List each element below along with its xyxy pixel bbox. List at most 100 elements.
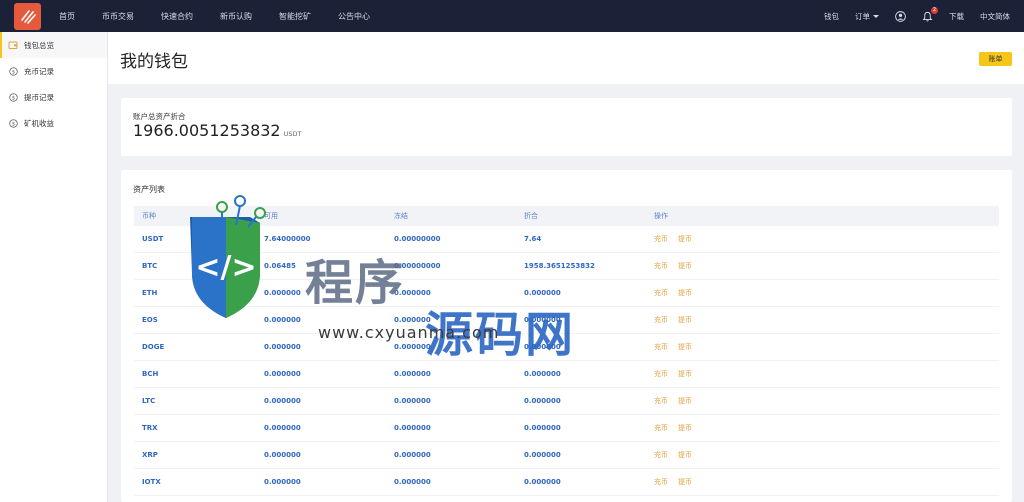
- cell-equivalent: 0.000000: [524, 451, 561, 459]
- cell-actions: 充币 提币: [654, 423, 854, 433]
- notification-button[interactable]: 2: [922, 6, 938, 22]
- notification-badge: 2: [931, 6, 938, 14]
- cell-coin[interactable]: LTC: [134, 397, 264, 405]
- cell-coin[interactable]: USDT: [134, 235, 264, 243]
- cell-available: 7.64000000: [264, 235, 311, 243]
- deposit-link[interactable]: 充币: [654, 370, 668, 378]
- deposit-link[interactable]: 充币: [654, 343, 668, 351]
- cell-equivalent: 1958.3651253832: [524, 262, 595, 270]
- cell-coin[interactable]: BCH: [134, 370, 264, 378]
- column-header-actions: 操作: [654, 212, 668, 220]
- cell-frozen: 0.000000: [394, 316, 431, 324]
- cell-coin[interactable]: TRX: [134, 424, 264, 432]
- assets-list-title: 资产列表: [133, 185, 165, 194]
- nav-new-coin[interactable]: 新币认购: [220, 11, 252, 22]
- assets-list-card: 资产列表 币种 可用 冻结 折合 操作 USDT 7.64000000 0.0000…: [121, 170, 1012, 502]
- deposit-link[interactable]: 充币: [654, 235, 668, 243]
- cell-equivalent: 0.000000: [524, 289, 561, 297]
- sidebar-item-label: 提币记录: [24, 92, 54, 102]
- coin-icon: $: [8, 118, 18, 128]
- cell-frozen: 0.000000: [394, 451, 431, 459]
- cell-frozen: 0.000000: [394, 343, 431, 351]
- cell-coin[interactable]: IOTX: [134, 478, 264, 486]
- deposit-link[interactable]: 充币: [654, 451, 668, 459]
- cell-frozen: 0.000000: [394, 370, 431, 378]
- deposit-link[interactable]: 充币: [654, 478, 668, 486]
- withdraw-link[interactable]: 提币: [678, 343, 692, 351]
- svg-text:$: $: [11, 69, 14, 75]
- nav-smart-mining[interactable]: 智能挖矿: [279, 11, 311, 22]
- user-avatar-button[interactable]: [895, 10, 906, 22]
- table-row: XRP 0.000000 0.000000 0.000000 充币 提币: [134, 442, 999, 469]
- cell-available: 0.000000: [264, 478, 301, 486]
- sidebar-item-label: 充币记录: [24, 66, 54, 76]
- table-row: TRX 0.000000 0.000000 0.000000 充币 提币: [134, 415, 999, 442]
- nav-home[interactable]: 首页: [59, 11, 75, 22]
- sidebar: 钱包总览 $ 充币记录 $ 提币记录 $ 矿机收益: [0, 32, 108, 502]
- cell-available: 0.000000: [264, 289, 301, 297]
- deposit-link[interactable]: 充币: [654, 316, 668, 324]
- nav-wallet[interactable]: 钱包: [824, 11, 839, 22]
- coin-icon: $: [8, 66, 18, 76]
- cell-coin[interactable]: XRP: [134, 451, 264, 459]
- logo-icon: [20, 10, 36, 24]
- cell-frozen: 0.00000000: [394, 262, 441, 270]
- nav-orders[interactable]: 订单: [855, 11, 879, 22]
- deposit-link[interactable]: 充币: [654, 289, 668, 297]
- svg-text:$: $: [11, 121, 14, 127]
- cell-available: 0.000000: [264, 451, 301, 459]
- cell-actions: 充币 提币: [654, 234, 854, 244]
- nav-announcements[interactable]: 公告中心: [338, 11, 370, 22]
- deposit-link[interactable]: 充币: [654, 397, 668, 405]
- top-right-menu: 钱包 订单 2 下载 中文简体: [808, 0, 1010, 32]
- withdraw-link[interactable]: 提币: [678, 451, 692, 459]
- cell-coin[interactable]: DOGE: [134, 343, 264, 351]
- cell-available: 0.000000: [264, 424, 301, 432]
- sidebar-item-wallet-overview[interactable]: 钱包总览: [0, 32, 107, 58]
- withdraw-link[interactable]: 提币: [678, 478, 692, 486]
- table-row: ETH 0.000000 0.000000 0.000000 充币 提币: [134, 280, 999, 307]
- assets-table: 币种 可用 冻结 折合 操作 USDT 7.64000000 0.00000000 7…: [134, 206, 999, 496]
- column-header-frozen: 冻结: [394, 212, 408, 220]
- sidebar-item-miner-earnings[interactable]: $ 矿机收益: [0, 110, 107, 136]
- table-header: 币种 可用 冻结 折合 操作: [134, 206, 999, 226]
- table-body: USDT 7.64000000 0.00000000 7.64 充币 提币 BTC 0.064…: [134, 226, 999, 496]
- cell-equivalent: 0.000000: [524, 478, 561, 486]
- nav-quick-contract[interactable]: 快速合约: [161, 11, 193, 22]
- column-header-equivalent: 折合: [524, 212, 538, 220]
- cell-frozen: 0.000000: [394, 424, 431, 432]
- withdraw-link[interactable]: 提币: [678, 235, 692, 243]
- brand-logo[interactable]: [14, 2, 41, 30]
- deposit-link[interactable]: 充币: [654, 262, 668, 270]
- total-assets-value: 1966.0051253832: [133, 121, 281, 140]
- withdraw-link[interactable]: 提币: [678, 397, 692, 405]
- withdraw-link[interactable]: 提币: [678, 289, 692, 297]
- nav-spot-trade[interactable]: 币币交易: [102, 11, 134, 22]
- cell-coin[interactable]: ETH: [134, 289, 264, 297]
- withdraw-link[interactable]: 提币: [678, 370, 692, 378]
- cell-frozen: 0.000000: [394, 478, 431, 486]
- table-row: LTC 0.000000 0.000000 0.000000 充币 提币: [134, 388, 999, 415]
- cell-coin[interactable]: EOS: [134, 316, 264, 324]
- withdraw-link[interactable]: 提币: [678, 262, 692, 270]
- user-icon: [895, 10, 906, 22]
- cell-coin[interactable]: BTC: [134, 262, 264, 270]
- sidebar-item-withdraw-records[interactable]: $ 提币记录: [0, 84, 107, 110]
- sidebar-item-deposit-records[interactable]: $ 充币记录: [0, 58, 107, 84]
- withdraw-link[interactable]: 提币: [678, 424, 692, 432]
- deposit-link[interactable]: 充币: [654, 424, 668, 432]
- cell-equivalent: 0.000000: [524, 316, 561, 324]
- bill-button[interactable]: 账单: [979, 52, 1012, 66]
- nav-download[interactable]: 下载: [949, 11, 964, 22]
- cell-actions: 充币 提币: [654, 450, 854, 460]
- withdraw-link[interactable]: 提币: [678, 316, 692, 324]
- cell-equivalent: 0.000000: [524, 343, 561, 351]
- table-row: BTC 0.06485 0.00000000 1958.3651253832 充币 提币: [134, 253, 999, 280]
- coin-icon: $: [8, 92, 18, 102]
- cell-frozen: 0.00000000: [394, 235, 441, 243]
- language-selector[interactable]: 中文简体: [980, 11, 1010, 22]
- cell-equivalent: 0.000000: [524, 424, 561, 432]
- table-row: IOTX 0.000000 0.000000 0.000000 充币 提币: [134, 469, 999, 496]
- nav-orders-label: 订单: [855, 11, 870, 21]
- total-assets-unit: USDT: [283, 130, 302, 138]
